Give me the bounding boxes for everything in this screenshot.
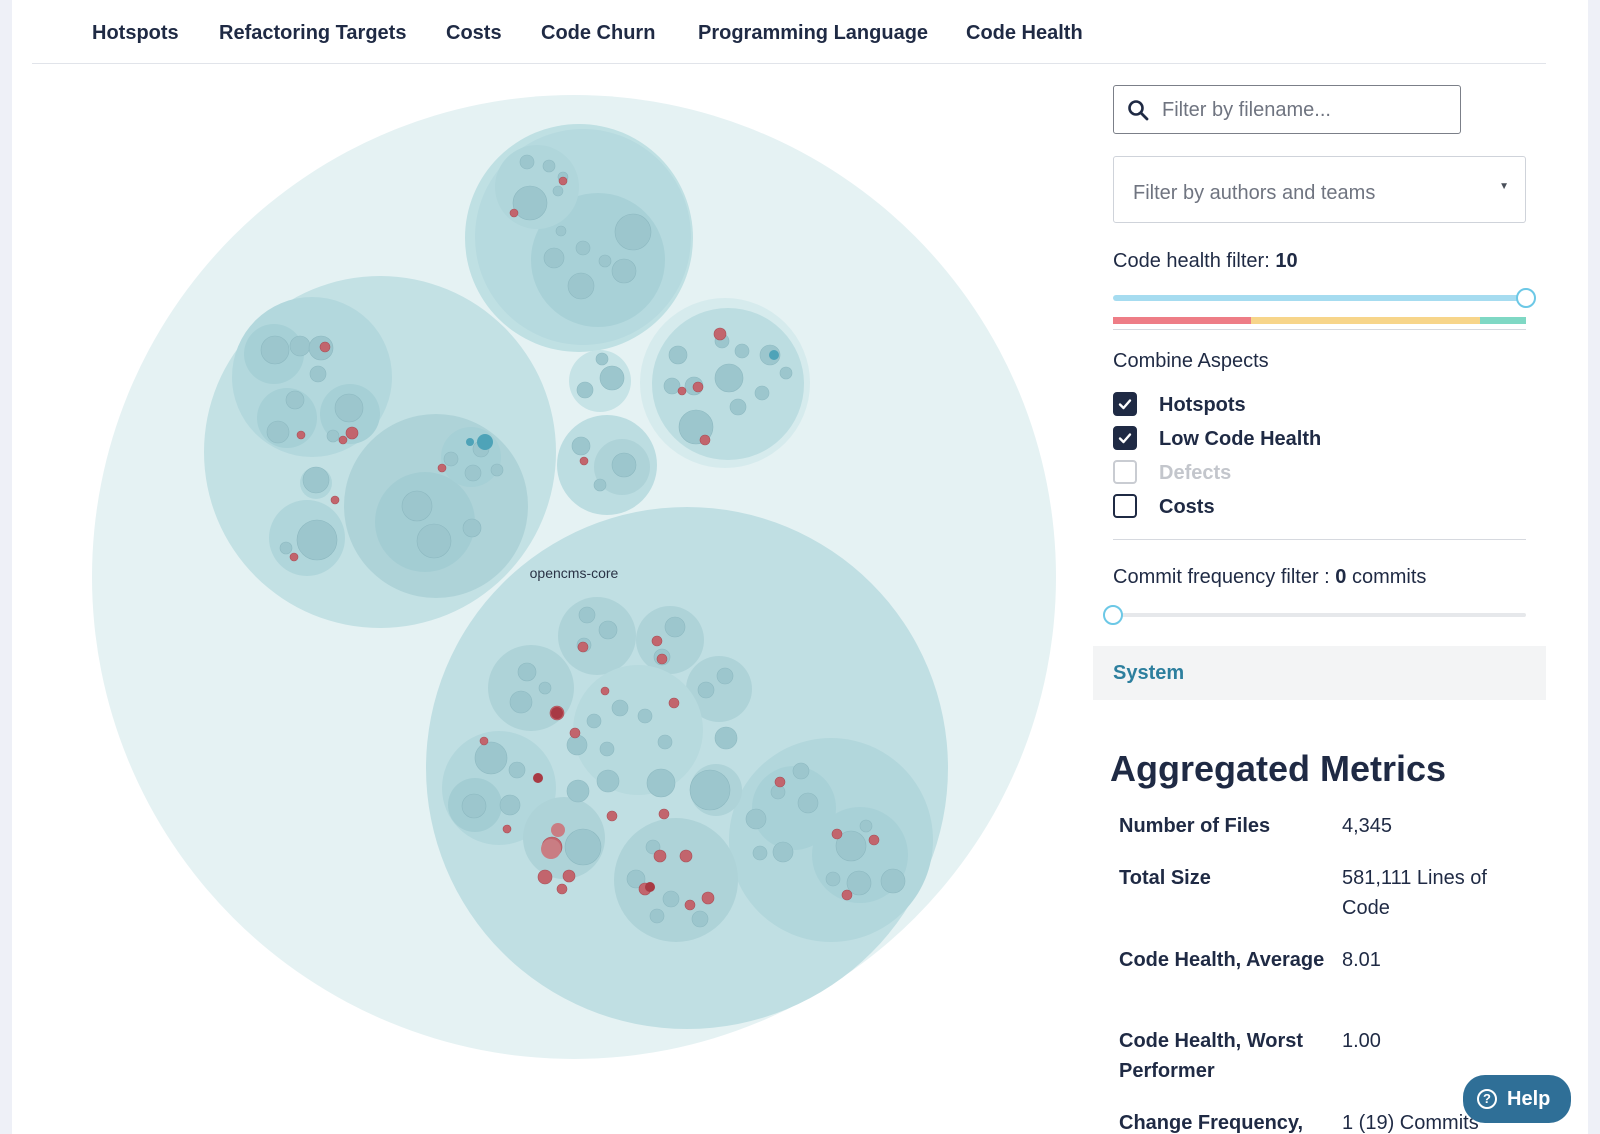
aggregated-metrics-title: Aggregated Metrics (1110, 748, 1447, 789)
commit-frequency-slider-track[interactable] (1113, 613, 1526, 617)
commit-frequency-filter-label: Commit frequency filter : 0 commits (1113, 566, 1427, 588)
hotspot-visualization[interactable]: opencms-core (0, 64, 1090, 1134)
tab-code-health[interactable]: Code Health (966, 22, 1083, 45)
checkbox-costs[interactable] (1113, 494, 1137, 518)
authors-filter-placeholder: Filter by authors and teams (1133, 182, 1376, 204)
chevron-down-icon: ▼ (1499, 181, 1509, 192)
root-label: opencms-core (530, 565, 619, 581)
commit-frequency-slider-thumb[interactable] (1103, 605, 1123, 625)
combine-aspects-title: Combine Aspects (1113, 350, 1269, 372)
checkbox-hotspots[interactable] (1113, 392, 1137, 416)
health-scale-yellow (1251, 317, 1480, 324)
metric-label: Total Size (1119, 867, 1211, 889)
metric-value: 1.00 (1342, 1030, 1381, 1052)
checkbox-costs-label[interactable]: Costs (1159, 496, 1215, 519)
authors-filter-dropdown[interactable]: Filter by authors and teams ▼ (1113, 156, 1526, 223)
checkbox-defects (1113, 460, 1137, 484)
metric-label: Change Frequency, (1119, 1112, 1304, 1134)
metric-label: Code Health, Worst Performer (1119, 1030, 1304, 1082)
checkbox-defects-label: Defects (1159, 462, 1232, 484)
tab-programming-language[interactable]: Programming Language (698, 22, 928, 45)
package-circle[interactable] (573, 665, 703, 795)
help-button-label: Help (1507, 1088, 1551, 1110)
circle-pack-chart[interactable]: opencms-core (0, 64, 1090, 1134)
check-icon (1118, 399, 1132, 410)
health-scale-red (1113, 317, 1251, 324)
checkbox-hotspots-label[interactable]: Hotspots (1159, 394, 1246, 417)
package-circle[interactable] (558, 597, 636, 675)
commit-frequency-value: 0 (1335, 566, 1347, 588)
help-button[interactable]: ? Help (1463, 1075, 1571, 1123)
tab-bar: Hotspots Refactoring Targets Costs Code … (32, 0, 1546, 64)
metric-label: Code Health, Average (1119, 949, 1325, 971)
metric-label: Number of Files (1119, 815, 1271, 837)
checkbox-low-code-health-label[interactable]: Low Code Health (1159, 428, 1321, 451)
tab-refactoring-targets[interactable]: Refactoring Targets (219, 22, 406, 45)
question-icon: ? (1477, 1089, 1497, 1109)
code-health-scale (1113, 317, 1526, 324)
package-circle[interactable] (752, 766, 836, 850)
filename-filter[interactable] (1113, 85, 1461, 134)
health-scale-green (1480, 317, 1526, 324)
code-health-filter-value: 10 (1275, 250, 1298, 272)
metric-value: 581,111 Lines of Code (1342, 867, 1487, 919)
tab-code-churn[interactable]: Code Churn (541, 22, 655, 45)
metric-value: 4,345 (1342, 815, 1393, 837)
filename-input[interactable] (1162, 94, 1452, 126)
divider (1113, 539, 1526, 540)
system-link[interactable]: System (1113, 662, 1184, 685)
tab-costs[interactable]: Costs (446, 22, 502, 45)
package-circle[interactable] (375, 472, 475, 572)
package-circle[interactable] (636, 606, 704, 674)
code-health-slider-thumb[interactable] (1516, 288, 1536, 308)
divider (1113, 329, 1526, 330)
checkbox-low-code-health[interactable] (1113, 426, 1137, 450)
search-icon (1128, 100, 1149, 121)
code-health-slider-track[interactable] (1113, 295, 1526, 301)
tab-hotspots[interactable]: Hotspots (92, 22, 179, 45)
system-section[interactable]: System (1093, 646, 1546, 700)
metric-value: 8.01 (1342, 949, 1381, 971)
check-icon (1118, 433, 1132, 444)
code-health-filter-label: Code health filter: 10 (1113, 250, 1298, 272)
